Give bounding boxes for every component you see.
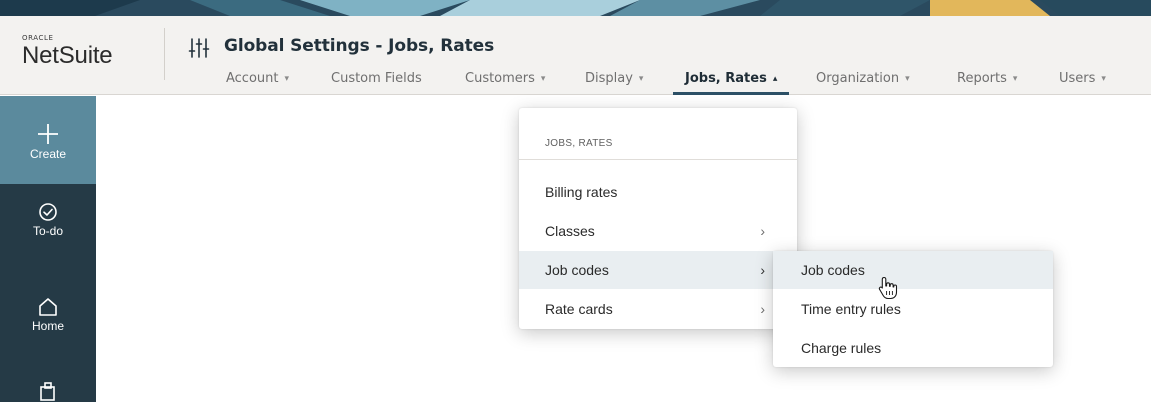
menu-item-rate-cards[interactable]: Rate cards › <box>519 290 797 328</box>
tab-customers[interactable]: Customers ▾ <box>465 71 545 95</box>
sidebar-item-label: To-do <box>32 224 64 238</box>
hand-pointer-icon <box>878 276 898 300</box>
decorative-banner <box>0 0 1151 16</box>
submenu-item-time-entry-rules[interactable]: Time entry rules <box>773 290 1053 328</box>
tab-bar: Account ▾ Custom Fields Customers ▾ Displa… <box>0 71 1151 95</box>
sidebar-item-home[interactable]: Home <box>0 297 96 333</box>
tab-label: Custom Fields <box>331 71 422 86</box>
menu-item-label: Job codes <box>801 262 865 278</box>
caret-down-icon: ▾ <box>284 74 290 84</box>
tab-label: Display <box>585 71 633 86</box>
job-codes-submenu: Job codes Time entry rules Charge rules <box>773 251 1053 367</box>
sidebar-item-create[interactable]: Create <box>0 96 96 184</box>
sidebar-item-todo[interactable]: To-do <box>0 202 96 238</box>
tab-label: Customers <box>465 71 535 86</box>
caret-down-icon: ▾ <box>1012 74 1018 84</box>
tab-label: Reports <box>957 71 1007 86</box>
jobs-rates-menu: JOBS, RATES Billing rates Classes › Job … <box>519 108 797 329</box>
submenu-item-charge-rules[interactable]: Charge rules <box>773 329 1053 367</box>
menu-item-billing-rates[interactable]: Billing rates <box>519 173 797 211</box>
tab-organization[interactable]: Organization ▾ <box>816 71 910 95</box>
tab-label: Users <box>1059 71 1096 86</box>
home-icon <box>39 298 57 316</box>
netsuite-wordmark: NetSuite <box>22 42 113 69</box>
caret-down-icon: ▾ <box>905 74 910 84</box>
header: ORACLE NetSuite Global Settings - Jobs, … <box>0 16 1151 95</box>
chevron-right-icon: › <box>760 262 765 278</box>
oracle-wordmark: ORACLE <box>22 34 54 42</box>
caret-down-icon: ▾ <box>1101 74 1106 84</box>
page-title: Global Settings - Jobs, Rates <box>224 36 495 56</box>
menu-item-job-codes[interactable]: Job codes › <box>519 251 797 289</box>
caret-down-icon: ▾ <box>638 74 644 84</box>
tab-label: Account <box>226 71 279 86</box>
caret-up-icon: ▴ <box>772 74 778 84</box>
netsuite-logo[interactable]: ORACLE NetSuite <box>22 34 152 70</box>
menu-item-label: Charge rules <box>801 340 882 356</box>
tab-users[interactable]: Users ▾ <box>1059 71 1106 95</box>
sidebar-item-label: Create <box>29 147 67 161</box>
chevron-right-icon: › <box>760 301 765 317</box>
menu-item-label: Rate cards <box>545 301 613 317</box>
tab-label: Organization <box>816 71 900 86</box>
sidebar-item-label: Home <box>31 319 64 333</box>
plus-icon <box>38 124 58 144</box>
menu-divider <box>519 159 797 160</box>
clipboard-icon <box>40 382 55 401</box>
menu-item-label: Job codes <box>545 262 609 278</box>
menu-item-classes[interactable]: Classes › <box>519 212 797 250</box>
tab-display[interactable]: Display ▾ <box>585 71 643 95</box>
sidebar: Create To-do Home <box>0 96 96 402</box>
menu-heading: JOBS, RATES <box>545 138 613 149</box>
sidebar-item-next[interactable] <box>0 381 96 402</box>
tab-custom-fields[interactable]: Custom Fields <box>331 71 422 95</box>
sliders-icon <box>188 38 210 58</box>
menu-item-label: Billing rates <box>545 184 618 200</box>
tab-account[interactable]: Account ▾ <box>226 71 289 95</box>
menu-item-label: Classes <box>545 223 595 239</box>
check-circle-icon <box>39 203 57 221</box>
caret-down-icon: ▾ <box>540 74 546 84</box>
tab-reports[interactable]: Reports ▾ <box>957 71 1017 95</box>
chevron-right-icon: › <box>760 223 765 239</box>
tab-label: Jobs, Rates <box>685 71 767 86</box>
menu-item-label: Time entry rules <box>801 301 901 317</box>
submenu-item-job-codes[interactable]: Job codes <box>773 251 1053 289</box>
tab-jobs-rates[interactable]: Jobs, Rates ▴ <box>672 71 790 95</box>
